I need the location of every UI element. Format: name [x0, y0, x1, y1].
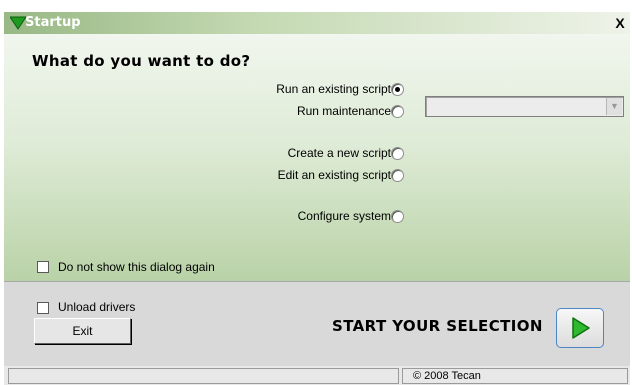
unload-drivers-label[interactable]: Unload drivers [58, 300, 135, 314]
dont-show-checkbox[interactable] [37, 261, 49, 273]
unload-drivers-checkbox[interactable] [37, 302, 49, 314]
option-label-run-maintenance[interactable]: Run maintenance [297, 104, 391, 118]
green-triangle-icon [10, 16, 26, 30]
radio-edit-script[interactable] [391, 169, 404, 182]
title-bar[interactable]: Startup X [4, 12, 630, 34]
option-label-create-script[interactable]: Create a new script [288, 146, 391, 160]
option-label-edit-script[interactable]: Edit an existing script [278, 168, 391, 182]
dont-show-label[interactable]: Do not show this dialog again [58, 260, 215, 274]
start-button[interactable] [556, 308, 604, 348]
question-heading: What do you want to do? [32, 52, 251, 70]
status-bar: © 2008 Tecan [4, 366, 630, 385]
copyright-text: © 2008 Tecan [402, 368, 628, 384]
startup-window: Startup X What do you want to do? Run an… [0, 0, 632, 385]
option-label-configure-system[interactable]: Configure system [298, 209, 391, 223]
option-label-run-script[interactable]: Run an existing script [276, 82, 391, 96]
play-arrow-icon [572, 317, 590, 339]
maintenance-select[interactable]: ▼ [425, 96, 624, 117]
chevron-down-icon[interactable]: ▼ [606, 98, 622, 115]
radio-run-maintenance[interactable] [391, 105, 404, 118]
window-title: Startup [25, 15, 81, 30]
radio-create-script[interactable] [391, 147, 404, 160]
radio-run-script[interactable] [391, 83, 404, 96]
close-button[interactable]: X [612, 14, 628, 32]
start-selection-label: START YOUR SELECTION [332, 317, 543, 335]
radio-configure-system[interactable] [391, 210, 404, 223]
exit-button[interactable]: Exit [34, 318, 131, 344]
status-pane [8, 368, 399, 384]
